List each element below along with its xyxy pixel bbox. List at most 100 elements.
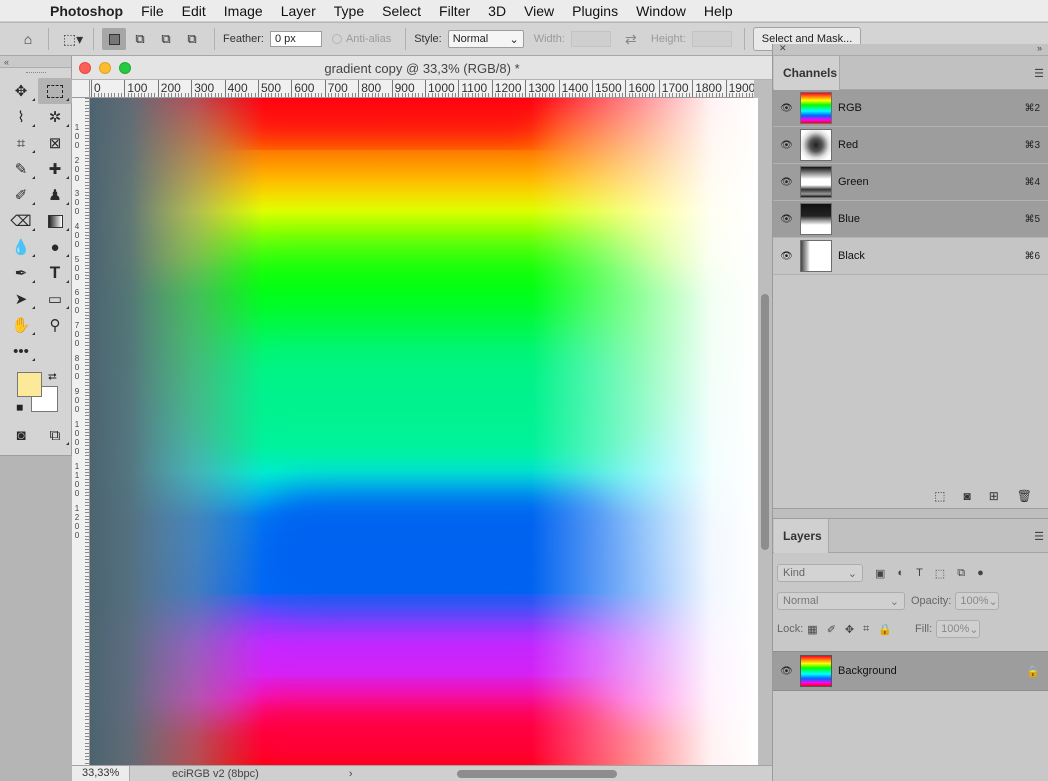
- panel-menu-icon[interactable]: ☰: [1034, 67, 1044, 80]
- add-selection-button[interactable]: ⧉: [128, 28, 152, 50]
- filter-pixel-icon[interactable]: ▣: [875, 567, 885, 580]
- trash-icon[interactable]: 🗑: [1017, 489, 1032, 503]
- subtract-selection-button[interactable]: ⧉: [154, 28, 178, 50]
- quick-mask-icon[interactable]: ◙: [4, 422, 38, 448]
- close-panel-icon[interactable]: ✕: [779, 43, 787, 54]
- blur-tool-icon[interactable]: 💧: [4, 234, 38, 260]
- new-channel-icon[interactable]: ⊞: [989, 489, 999, 503]
- filter-type-icon[interactable]: T: [916, 567, 923, 579]
- lock-position-icon[interactable]: ✥: [845, 623, 854, 636]
- style-select[interactable]: Normal ⌄: [447, 30, 524, 48]
- ruler-origin[interactable]: [72, 80, 90, 98]
- channel-row-green[interactable]: 👁 Green ⌘4: [773, 164, 1048, 201]
- channel-row-rgb[interactable]: 👁 RGB ⌘2: [773, 90, 1048, 127]
- panel-menu-icon[interactable]: ☰: [1034, 530, 1044, 543]
- zoom-level-field[interactable]: 33,33%: [72, 766, 130, 781]
- horizontal-scroll-thumb[interactable]: [457, 770, 617, 778]
- blend-mode-select[interactable]: Normal ⌄: [777, 592, 905, 610]
- save-selection-channel-icon[interactable]: ◙: [963, 489, 970, 503]
- brush-tool-icon[interactable]: ✐: [4, 182, 38, 208]
- layer-filter-kind-select[interactable]: Kind ⌄: [777, 564, 863, 582]
- lock-artboard-icon[interactable]: ⌗: [863, 623, 869, 636]
- zoom-tool-icon[interactable]: ⚲: [38, 312, 72, 338]
- foreground-color-swatch[interactable]: [17, 372, 42, 397]
- collapse-panels-icon[interactable]: »: [1037, 43, 1042, 53]
- frame-tool-icon[interactable]: ⊠: [38, 130, 72, 156]
- swap-colors-icon[interactable]: ⮂: [48, 371, 57, 384]
- path-selection-tool-icon[interactable]: ➤: [4, 286, 38, 312]
- app-menu[interactable]: Photoshop: [50, 3, 123, 19]
- lock-transparent-icon[interactable]: ▦: [807, 623, 817, 636]
- default-colors-icon[interactable]: ◼: [16, 402, 23, 413]
- filter-smart-object-icon[interactable]: ⧉: [957, 567, 965, 580]
- eye-icon[interactable]: 👁: [773, 251, 800, 262]
- menu-layer[interactable]: Layer: [281, 3, 316, 19]
- feather-input[interactable]: 0 px: [269, 31, 322, 47]
- lasso-tool-icon[interactable]: ⌇: [4, 104, 38, 130]
- tab-channels[interactable]: Channels: [774, 56, 840, 90]
- clone-stamp-tool-icon[interactable]: ♟: [38, 182, 72, 208]
- tools-panel-collapse[interactable]: «: [0, 56, 71, 68]
- layer-row-background[interactable]: 👁 Background 🔒: [773, 651, 1048, 691]
- eye-icon[interactable]: 👁: [773, 666, 800, 677]
- gradient-tool-icon[interactable]: [38, 208, 72, 234]
- dodge-tool-icon[interactable]: ●: [38, 234, 72, 260]
- crop-tool-icon[interactable]: ⌗: [4, 130, 38, 156]
- menu-3d[interactable]: 3D: [488, 3, 506, 19]
- lock-image-icon[interactable]: ✐: [827, 623, 836, 636]
- eraser-tool-icon[interactable]: ⌫: [4, 208, 38, 234]
- menu-window[interactable]: Window: [636, 3, 686, 19]
- tab-layers[interactable]: Layers: [774, 519, 829, 553]
- hand-tool-icon[interactable]: ✋: [4, 312, 38, 338]
- menu-plugins[interactable]: Plugins: [572, 3, 618, 19]
- menu-help[interactable]: Help: [704, 3, 733, 19]
- magic-wand-tool-icon[interactable]: ✲: [38, 104, 72, 130]
- width-input[interactable]: [570, 31, 611, 47]
- status-menu-arrow[interactable]: ›: [349, 768, 353, 780]
- filter-toggle-icon[interactable]: ●: [977, 567, 984, 579]
- menu-type[interactable]: Type: [334, 3, 364, 19]
- vertical-scroll-thumb[interactable]: [761, 294, 769, 550]
- height-input[interactable]: [691, 31, 732, 47]
- swap-dimensions-icon[interactable]: ⇄: [619, 28, 643, 50]
- fill-field[interactable]: 100% ⌄: [936, 620, 981, 638]
- lock-icon[interactable]: 🔒: [1018, 665, 1048, 678]
- channel-row-red[interactable]: 👁 Red ⌘3: [773, 127, 1048, 164]
- eyedropper-tool-icon[interactable]: ✎: [4, 156, 38, 182]
- filter-adjustment-icon[interactable]: ◐: [897, 567, 904, 579]
- intersect-selection-button[interactable]: ⧉: [180, 28, 204, 50]
- menu-file[interactable]: File: [141, 3, 164, 19]
- rectangular-marquee-tool-icon[interactable]: [38, 78, 72, 104]
- eye-icon[interactable]: 👁: [773, 177, 800, 188]
- opacity-field[interactable]: 100% ⌄: [955, 592, 1000, 610]
- menu-filter[interactable]: Filter: [439, 3, 470, 19]
- eye-icon[interactable]: 👁: [773, 140, 800, 151]
- image-canvas[interactable]: [90, 98, 758, 765]
- new-selection-button[interactable]: [102, 28, 126, 50]
- menu-view[interactable]: View: [524, 3, 554, 19]
- horizontal-ruler[interactable]: 0 100 200 300 400 500 600 700 800 900 1000 1100 1200…: [90, 80, 754, 98]
- screen-mode-icon[interactable]: ⧉: [38, 422, 72, 448]
- menu-select[interactable]: Select: [382, 3, 421, 19]
- load-channel-selection-icon[interactable]: ⬚: [934, 489, 945, 503]
- menu-image[interactable]: Image: [224, 3, 263, 19]
- healing-brush-tool-icon[interactable]: ✚: [38, 156, 72, 182]
- move-tool-icon[interactable]: ✥: [4, 78, 38, 104]
- type-tool-icon[interactable]: T: [38, 260, 72, 286]
- eye-icon[interactable]: 👁: [773, 214, 800, 225]
- lock-all-icon[interactable]: 🔒: [878, 623, 892, 636]
- rectangle-tool-icon[interactable]: ▭: [38, 286, 72, 312]
- color-profile-info[interactable]: eciRGB v2 (8bpc): [172, 768, 259, 780]
- marquee-preset-icon[interactable]: ⬚▾: [61, 28, 85, 50]
- home-icon[interactable]: ⌂: [16, 28, 40, 50]
- channel-row-black[interactable]: 👁 Black ⌘6: [773, 238, 1048, 275]
- eye-icon[interactable]: 👁: [773, 103, 800, 114]
- vertical-scrollbar[interactable]: [758, 98, 772, 765]
- filter-shape-icon[interactable]: ⬚: [935, 567, 945, 580]
- pen-tool-icon[interactable]: ✒: [4, 260, 38, 286]
- antialias-checkbox[interactable]: [331, 34, 342, 44]
- channel-row-blue[interactable]: 👁 Blue ⌘5: [773, 201, 1048, 238]
- menu-edit[interactable]: Edit: [182, 3, 206, 19]
- tools-panel-grip[interactable]: [0, 68, 71, 78]
- canvas-area[interactable]: [90, 98, 760, 765]
